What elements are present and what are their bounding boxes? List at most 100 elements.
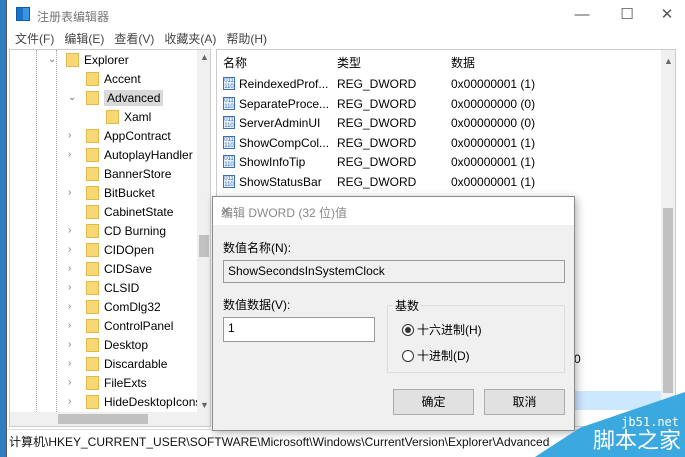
tree-item-cd-burning[interactable]: › CD Burning bbox=[68, 221, 166, 240]
collapse-chevron-icon[interactable]: ⌄ bbox=[48, 54, 58, 65]
folder-icon bbox=[106, 109, 119, 124]
close-button[interactable]: ✕ bbox=[647, 4, 685, 26]
list-scroll-thumb[interactable] bbox=[663, 208, 673, 393]
value-type: REG_DWORD bbox=[337, 135, 417, 150]
menu-view[interactable]: 查看(V) bbox=[114, 30, 154, 47]
cancel-button[interactable]: 取消 bbox=[484, 389, 565, 415]
value-row[interactable]: 011 110 ShowCompCol... REG_DWORD 0x00000001 … bbox=[217, 133, 657, 153]
value-type: REG_DWORD bbox=[337, 155, 417, 170]
folder-icon bbox=[66, 52, 79, 67]
expand-chevron-icon[interactable]: › bbox=[68, 339, 78, 350]
hex-radio[interactable]: 十六进制(H) bbox=[402, 321, 482, 338]
base-label: 基数 bbox=[393, 297, 422, 314]
menu-help[interactable]: 帮助(H) bbox=[226, 30, 267, 47]
menu-edit[interactable]: 编辑(E) bbox=[64, 30, 104, 47]
expand-chevron-icon[interactable]: › bbox=[68, 301, 78, 312]
tree-item-label: AppContract bbox=[104, 128, 171, 143]
folder-icon bbox=[86, 242, 99, 257]
partial-data-text: 0 bbox=[574, 352, 581, 366]
tree-item-hidedesktopicons[interactable]: › HideDesktopIcons bbox=[68, 392, 201, 411]
folder-icon bbox=[86, 71, 99, 86]
value-name: ReindexedProf... bbox=[239, 77, 329, 91]
column-type[interactable]: 类型 bbox=[337, 54, 361, 71]
tree-item-label: Explorer bbox=[84, 52, 129, 67]
value-data: 0x00000001 (1) bbox=[451, 135, 536, 150]
tree-item-explorer[interactable]: ⌄ Explorer bbox=[48, 50, 129, 69]
tree-item-appcontract[interactable]: › AppContract bbox=[68, 126, 171, 145]
expand-chevron-icon[interactable]: › bbox=[68, 320, 78, 331]
tree-item-advanced[interactable]: ⌄ Advanced bbox=[68, 88, 164, 107]
expand-chevron-icon[interactable]: › bbox=[68, 244, 78, 255]
folder-icon bbox=[86, 90, 99, 105]
tree-item-label: CIDOpen bbox=[104, 242, 155, 257]
dialog-close-icon[interactable]: ✕ bbox=[221, 204, 568, 218]
value-row[interactable]: 011 110 ServerAdminUI REG_DWORD 0x00000000 (… bbox=[217, 113, 657, 133]
list-header: 名称 类型 数据 bbox=[217, 50, 661, 72]
tree-item-bitbucket[interactable]: › BitBucket bbox=[68, 183, 155, 202]
tree-item-xaml[interactable]: Xaml bbox=[106, 107, 151, 126]
tree-item-autoplayhandler[interactable]: › AutoplayHandler bbox=[68, 145, 193, 164]
maximize-button[interactable]: ☐ bbox=[607, 4, 647, 26]
expand-chevron-icon[interactable]: › bbox=[68, 130, 78, 141]
ok-button[interactable]: 确定 bbox=[393, 389, 474, 415]
folder-icon bbox=[86, 166, 99, 181]
key-tree: ⌄ Explorer Accent ⌄ Advanced Xaml › AppContract… bbox=[9, 49, 211, 427]
folder-icon bbox=[86, 318, 99, 333]
column-data[interactable]: 数据 bbox=[451, 54, 475, 71]
reg-dword-icon: 011 110 bbox=[223, 96, 235, 110]
expand-chevron-icon[interactable]: › bbox=[68, 282, 78, 293]
tree-scroll-thumb[interactable] bbox=[199, 235, 209, 257]
decimal-label: 十进制(D) bbox=[417, 349, 470, 363]
reg-dword-icon: 011 110 bbox=[223, 135, 235, 149]
collapse-chevron-icon[interactable]: ⌄ bbox=[68, 92, 78, 103]
expand-chevron-icon[interactable]: › bbox=[68, 187, 78, 198]
tree-item-label: CLSID bbox=[104, 280, 140, 295]
tree-item-cidsave[interactable]: › CIDSave bbox=[68, 259, 152, 278]
column-name[interactable]: 名称 bbox=[223, 54, 247, 71]
tree-item-clsid[interactable]: › CLSID bbox=[68, 278, 140, 297]
tree-item-cidopen[interactable]: › CIDOpen bbox=[68, 240, 155, 259]
folder-icon bbox=[86, 337, 99, 352]
folder-icon bbox=[86, 299, 99, 314]
tree-item-discardable[interactable]: › Discardable bbox=[68, 354, 167, 373]
expand-chevron-icon[interactable]: › bbox=[68, 358, 78, 369]
tree-item-label: Accent bbox=[104, 71, 141, 86]
reg-dword-icon: 011 110 bbox=[223, 155, 235, 169]
folder-icon bbox=[86, 280, 99, 295]
value-row[interactable]: 011 110 ShowStatusBar REG_DWORD 0x00000001 (… bbox=[217, 172, 657, 192]
expand-chevron-icon[interactable]: › bbox=[68, 263, 78, 274]
tree-item-label: ControlPanel bbox=[104, 318, 174, 333]
tree-item-accent[interactable]: Accent bbox=[86, 69, 141, 88]
expand-chevron-icon[interactable]: › bbox=[68, 149, 78, 160]
value-data-input[interactable]: 1 bbox=[223, 317, 375, 342]
window-title: 注册表编辑器 bbox=[37, 10, 110, 24]
value-row[interactable]: 011 110 SeparateProce... REG_DWORD 0x0000000… bbox=[217, 94, 657, 114]
expand-chevron-icon[interactable]: › bbox=[68, 377, 78, 388]
expand-chevron-icon[interactable]: › bbox=[68, 396, 78, 407]
tree-item-cabinetstate[interactable]: CabinetState bbox=[86, 202, 173, 221]
minimize-button[interactable]: — bbox=[562, 4, 602, 26]
value-name-field: ShowSecondsInSystemClock bbox=[223, 260, 565, 283]
value-data: 0x00000000 (0) bbox=[451, 116, 536, 131]
tree-item-controlpanel[interactable]: › ControlPanel bbox=[68, 316, 174, 335]
folder-icon bbox=[86, 261, 99, 276]
tree-item-desktop[interactable]: › Desktop bbox=[68, 335, 148, 354]
tree-item-bannerstore[interactable]: BannerStore bbox=[86, 164, 171, 183]
tree-horizontal-scrollbar[interactable] bbox=[10, 412, 210, 426]
expand-chevron-icon[interactable]: › bbox=[68, 225, 78, 236]
value-row[interactable]: 011 110 ShowInfoTip REG_DWORD 0x00000001 (1) bbox=[217, 152, 657, 172]
tree-vertical-scrollbar[interactable]: ▲ ▼ bbox=[197, 50, 210, 412]
value-data: 0x00000001 (1) bbox=[451, 77, 536, 91]
menu-favorites[interactable]: 收藏夹(A) bbox=[164, 30, 216, 47]
decimal-radio[interactable]: 十进制(D) bbox=[402, 347, 470, 364]
value-data: 0x00000001 (1) bbox=[451, 155, 536, 170]
menu-file[interactable]: 文件(F) bbox=[15, 30, 54, 47]
value-data: 0x00000000 (0) bbox=[451, 96, 536, 111]
tree-item-comdlg32[interactable]: › ComDlg32 bbox=[68, 297, 161, 316]
tree-item-label: FileExts bbox=[104, 375, 147, 390]
list-vertical-scrollbar[interactable]: ▲ bbox=[661, 50, 675, 426]
folder-icon bbox=[86, 223, 99, 238]
folder-icon bbox=[86, 375, 99, 390]
value-row[interactable]: 011 110 ReindexedProf... REG_DWORD 0x0000000… bbox=[217, 74, 657, 94]
tree-item-fileexts[interactable]: › FileExts bbox=[68, 373, 147, 392]
